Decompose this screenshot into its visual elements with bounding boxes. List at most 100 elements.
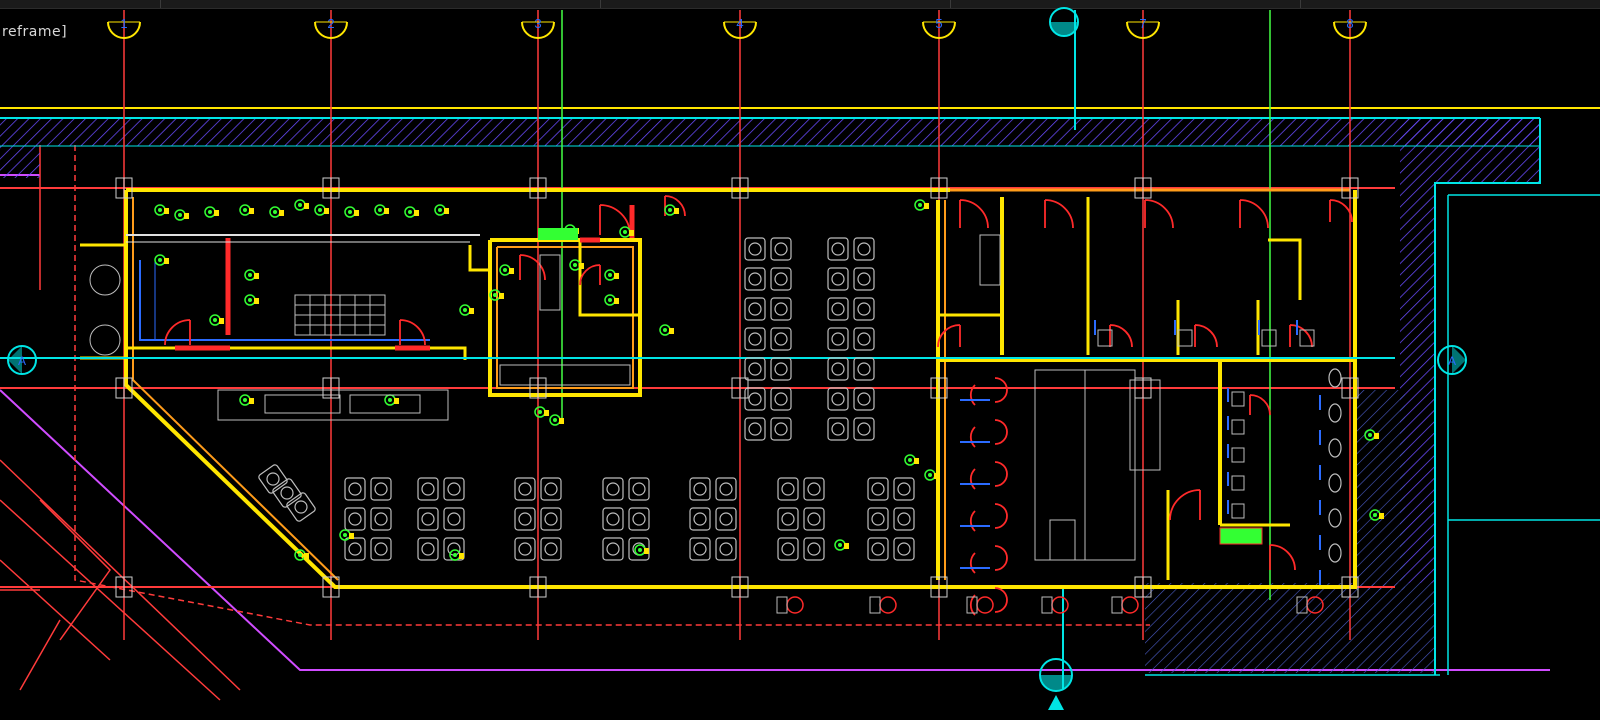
dining-table bbox=[744, 327, 766, 351]
chair bbox=[897, 482, 911, 496]
plant-symbol bbox=[904, 454, 919, 466]
chair bbox=[831, 302, 845, 316]
dining-table bbox=[853, 387, 875, 411]
chair bbox=[447, 482, 461, 496]
chair bbox=[871, 512, 885, 526]
dining-table bbox=[628, 477, 650, 501]
dining-table bbox=[514, 477, 536, 501]
bollard-base bbox=[1111, 596, 1123, 614]
section-marker-top[interactable] bbox=[1049, 7, 1079, 37]
plant-symbol bbox=[434, 204, 449, 216]
chair bbox=[748, 362, 762, 376]
plant-symbol bbox=[294, 199, 309, 211]
equipment-marker bbox=[538, 228, 578, 240]
chair bbox=[421, 512, 435, 526]
door-swing bbox=[1329, 199, 1353, 223]
plant-symbol bbox=[604, 269, 619, 281]
toilet bbox=[1328, 403, 1342, 423]
plant-symbol bbox=[664, 204, 679, 216]
chair bbox=[348, 542, 362, 556]
chair bbox=[831, 332, 845, 346]
chair bbox=[518, 512, 532, 526]
grid-bubble-label: 1 bbox=[120, 16, 127, 31]
plant-symbol bbox=[294, 549, 309, 561]
plant-symbol bbox=[569, 259, 584, 271]
bollard bbox=[976, 596, 994, 614]
dining-table bbox=[827, 357, 849, 381]
dining-table bbox=[602, 477, 624, 501]
dining-table bbox=[867, 507, 889, 531]
dining-table bbox=[344, 477, 366, 501]
door-swing bbox=[1239, 199, 1269, 229]
dining-table bbox=[803, 537, 825, 561]
dining-table bbox=[777, 507, 799, 531]
dining-table bbox=[715, 507, 737, 531]
door-swing bbox=[1289, 324, 1313, 348]
chair bbox=[857, 302, 871, 316]
section-marker-bottom[interactable] bbox=[1039, 658, 1073, 710]
exterior-hatch-band bbox=[0, 117, 1600, 676]
dining-table bbox=[628, 507, 650, 531]
chair bbox=[606, 482, 620, 496]
dining-table bbox=[867, 537, 889, 561]
door-swing bbox=[1144, 199, 1174, 229]
plant-symbol bbox=[244, 269, 259, 281]
elevation-marker-left[interactable]: A bbox=[7, 345, 37, 375]
dining-table bbox=[514, 507, 536, 531]
lavatory-arc bbox=[994, 461, 1008, 487]
chair bbox=[774, 422, 788, 436]
chair bbox=[447, 512, 461, 526]
grid-bubble-label: 4 bbox=[736, 16, 743, 31]
dining-table bbox=[689, 477, 711, 501]
chair bbox=[857, 392, 871, 406]
dining-table bbox=[744, 357, 766, 381]
dining-table bbox=[744, 267, 766, 291]
door-swings bbox=[164, 195, 1353, 616]
chair bbox=[544, 512, 558, 526]
chair bbox=[774, 302, 788, 316]
dining-table bbox=[744, 237, 766, 261]
chair bbox=[871, 482, 885, 496]
chair bbox=[748, 272, 762, 286]
elevation-marker-right[interactable]: A bbox=[1437, 345, 1467, 375]
toilet bbox=[1328, 543, 1342, 563]
dining-table bbox=[417, 507, 439, 531]
door-swing bbox=[1269, 544, 1296, 571]
dining-table bbox=[689, 537, 711, 561]
dining-table bbox=[853, 237, 875, 261]
dining-table bbox=[770, 327, 792, 351]
dining-table bbox=[443, 477, 465, 501]
dining-furniture bbox=[258, 237, 990, 569]
toilet bbox=[1328, 473, 1342, 493]
toilet bbox=[1328, 438, 1342, 458]
toilet bbox=[1328, 508, 1342, 528]
dining-table bbox=[853, 357, 875, 381]
lavatory-arc bbox=[994, 419, 1008, 445]
chair bbox=[693, 512, 707, 526]
bollard bbox=[1051, 596, 1069, 614]
chair bbox=[748, 242, 762, 256]
door-swing bbox=[519, 254, 546, 281]
chair bbox=[606, 542, 620, 556]
plant-symbol bbox=[204, 206, 219, 218]
chair bbox=[421, 482, 435, 496]
dining-table bbox=[803, 477, 825, 501]
chair bbox=[774, 242, 788, 256]
chair bbox=[857, 332, 871, 346]
plant-symbol bbox=[404, 206, 419, 218]
door-swing bbox=[1169, 489, 1201, 521]
chair bbox=[781, 542, 795, 556]
grid-bubble-label: 8 bbox=[1346, 16, 1353, 31]
dining-table bbox=[827, 387, 849, 411]
dining-table bbox=[777, 477, 799, 501]
lavatory-arc bbox=[994, 545, 1008, 571]
bollard-base bbox=[1041, 596, 1053, 614]
chair bbox=[719, 512, 733, 526]
dining-table bbox=[417, 477, 439, 501]
plant-symbol bbox=[209, 314, 224, 326]
floor-plan-drawing[interactable]: 1234578 A A bbox=[0, 0, 1600, 720]
chair bbox=[831, 422, 845, 436]
toilet bbox=[1177, 329, 1193, 347]
chair bbox=[544, 482, 558, 496]
chair bbox=[857, 362, 871, 376]
